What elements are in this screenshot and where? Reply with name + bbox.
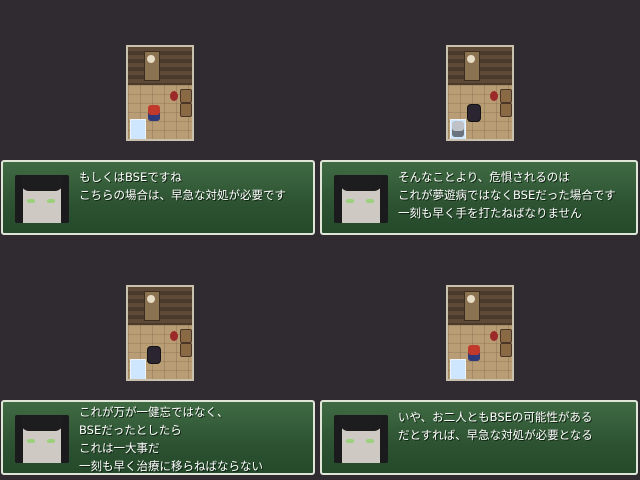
clock-icon xyxy=(144,291,160,321)
character-sprite xyxy=(148,105,160,121)
plant-icon xyxy=(170,331,178,341)
message-line: いや、お二人ともBSEの可能性がある xyxy=(398,410,593,424)
barrel-icon xyxy=(500,343,512,357)
room-wall xyxy=(128,47,192,85)
room-wall xyxy=(448,287,512,325)
message-text: そんなことより、危惧されるのは これが夢遊病ではなくBSEだった場合です 一刻も… xyxy=(398,168,630,222)
message-line: だとすれば、早急な対処が必要となる xyxy=(398,428,593,442)
character-sprite xyxy=(468,105,480,121)
scene-panel-3: これが万が一健忘ではなく、 BSEだったとしたら これは一大事だ 一刻も早く治療… xyxy=(0,240,320,480)
clock-icon xyxy=(144,51,160,81)
scene-panel-2: そんなことより、危惧されるのは これが夢遊病ではなくBSEだった場合です 一刻も… xyxy=(320,0,640,240)
character-sprite xyxy=(452,121,464,137)
bed-icon xyxy=(130,119,146,139)
bed-icon xyxy=(130,359,146,379)
room-map-view xyxy=(126,285,194,381)
speaker-portrait-icon xyxy=(15,415,69,463)
barrel-icon xyxy=(500,103,512,117)
room-map-view xyxy=(446,45,514,141)
speaker-portrait-icon xyxy=(334,415,388,463)
character-sprite xyxy=(468,345,480,361)
bed-icon xyxy=(450,359,466,379)
message-line: これは一大事だ xyxy=(79,441,160,455)
speaker-portrait-icon xyxy=(15,175,69,223)
message-line: BSEだったとしたら xyxy=(79,423,182,437)
message-line: 一刻も早く手を打たねばなりません xyxy=(398,206,582,220)
room-wall xyxy=(448,47,512,85)
message-window: そんなことより、危惧されるのは これが夢遊病ではなくBSEだった場合です 一刻も… xyxy=(320,160,638,235)
speaker-portrait-icon xyxy=(334,175,388,223)
barrel-icon xyxy=(500,329,512,343)
message-window: もしくはBSEですね こちらの場合は、早急な対処が必要です xyxy=(1,160,315,235)
barrel-icon xyxy=(180,89,192,103)
clock-icon xyxy=(464,291,480,321)
room-map-view xyxy=(126,45,194,141)
barrel-icon xyxy=(180,343,192,357)
message-line: もしくはBSEですね xyxy=(79,170,182,184)
plant-icon xyxy=(490,91,498,101)
barrel-icon xyxy=(500,89,512,103)
plant-icon xyxy=(490,331,498,341)
clock-icon xyxy=(464,51,480,81)
message-window: いや、お二人ともBSEの可能性がある だとすれば、早急な対処が必要となる xyxy=(320,400,638,475)
message-text: いや、お二人ともBSEの可能性がある だとすれば、早急な対処が必要となる xyxy=(398,408,630,444)
scene-panel-1: もしくはBSEですね こちらの場合は、早急な対処が必要です xyxy=(0,0,320,240)
message-text: これが万が一健忘ではなく、 BSEだったとしたら これは一大事だ 一刻も早く治療… xyxy=(79,403,307,475)
message-line: 一刻も早く治療に移らねばならない xyxy=(79,459,263,473)
barrel-icon xyxy=(180,329,192,343)
message-line: こちらの場合は、早急な対処が必要です xyxy=(79,188,286,202)
barrel-icon xyxy=(180,103,192,117)
message-window: これが万が一健忘ではなく、 BSEだったとしたら これは一大事だ 一刻も早く治療… xyxy=(1,400,315,475)
plant-icon xyxy=(170,91,178,101)
message-text: もしくはBSEですね こちらの場合は、早急な対処が必要です xyxy=(79,168,307,204)
message-line: これが夢遊病ではなくBSEだった場合です xyxy=(398,188,616,202)
character-sprite xyxy=(148,347,160,363)
room-map-view xyxy=(446,285,514,381)
message-line: そんなことより、危惧されるのは xyxy=(398,170,570,184)
scene-panel-4: いや、お二人ともBSEの可能性がある だとすれば、早急な対処が必要となる xyxy=(320,240,640,480)
room-wall xyxy=(128,287,192,325)
message-line: これが万が一健忘ではなく、 xyxy=(79,405,229,419)
